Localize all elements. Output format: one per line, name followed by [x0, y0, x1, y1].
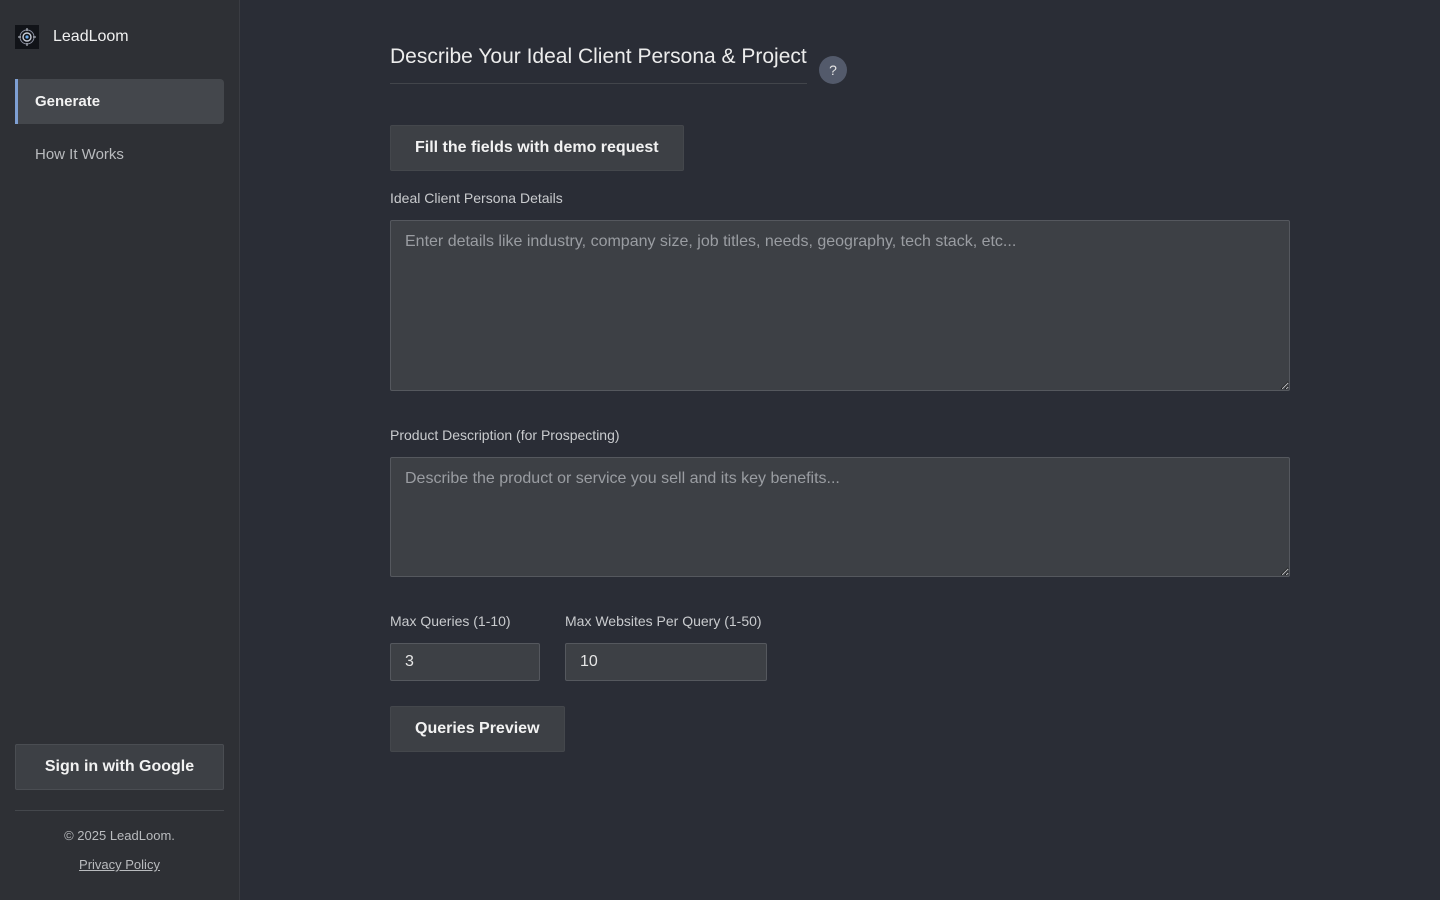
sign-in-google-button[interactable]: Sign in with Google: [15, 744, 224, 790]
sidebar-item-generate[interactable]: Generate: [15, 79, 224, 124]
privacy-policy-link[interactable]: Privacy Policy: [15, 857, 224, 872]
leadloom-logo-icon: [15, 25, 39, 49]
product-textarea[interactable]: [390, 457, 1290, 577]
sidebar-item-how-it-works[interactable]: How It Works: [15, 132, 224, 177]
max-websites-label: Max Websites Per Query (1-50): [565, 613, 762, 629]
sidebar: LeadLoom Generate How It Works Sign in w…: [0, 0, 240, 900]
product-label: Product Description (for Prospecting): [390, 427, 620, 443]
sidebar-item-label: Generate: [35, 93, 101, 110]
max-websites-input[interactable]: [565, 643, 767, 681]
sidebar-divider: [15, 810, 224, 811]
copyright-text: © 2025 LeadLoom.: [64, 828, 175, 843]
max-queries-input[interactable]: [390, 643, 540, 681]
max-queries-label: Max Queries (1-10): [390, 613, 511, 629]
brand-name: LeadLoom: [53, 28, 129, 45]
queries-preview-button[interactable]: Queries Preview: [390, 706, 565, 752]
sidebar-item-label: How It Works: [35, 146, 124, 163]
help-icon[interactable]: ?: [819, 56, 847, 84]
brand[interactable]: LeadLoom: [15, 25, 129, 49]
fill-demo-button[interactable]: Fill the fields with demo request: [390, 125, 684, 171]
persona-label: Ideal Client Persona Details: [390, 190, 563, 206]
page-title: Describe Your Ideal Client Persona & Pro…: [390, 45, 807, 84]
persona-textarea[interactable]: [390, 220, 1290, 391]
